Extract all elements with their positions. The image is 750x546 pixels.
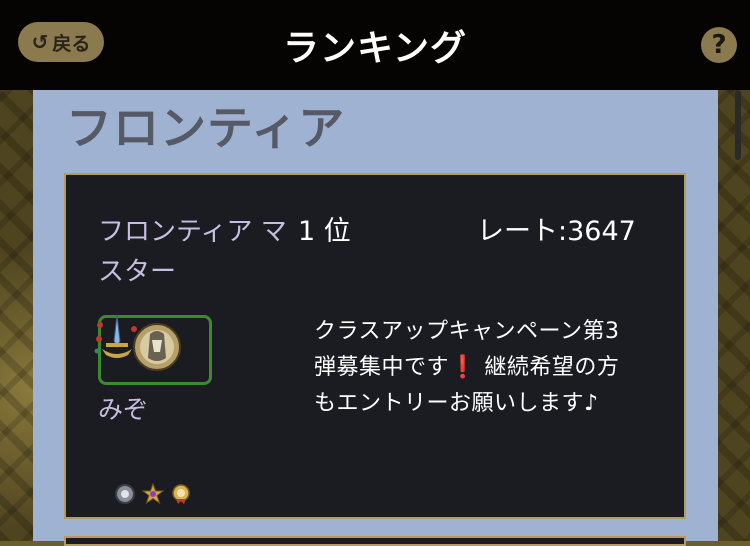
top-bar: ↺ 戻る ランキング ? <box>0 0 750 90</box>
league-name: フロンティア マスター <box>98 217 287 287</box>
gold-medal-badge-icon <box>172 484 190 504</box>
question-circle-icon[interactable]: ? <box>701 27 737 63</box>
rate-value: レート:3647 <box>477 216 636 247</box>
section-title: フロンティア <box>66 101 346 155</box>
back-button-label: 戻る <box>52 32 91 55</box>
badge-list <box>114 483 192 505</box>
undo-arrow-icon: ↺ <box>31 30 49 54</box>
player-name: みぞ <box>98 395 149 424</box>
ranking-card-next[interactable] <box>64 536 686 546</box>
silver-orb-badge-icon <box>115 484 135 504</box>
medal-emblem-icon <box>133 323 181 371</box>
gold-star-badge-icon <box>142 483 164 505</box>
rank-value: 1 位 <box>298 216 351 247</box>
player-comment: クラスアップキャンペーン第3弾募集中です❗ 継続希望の方もエントリーお願いします… <box>314 319 620 416</box>
page-title: ランキング <box>283 28 467 69</box>
back-button[interactable]: ↺ 戻る <box>18 22 104 62</box>
scrollbar[interactable] <box>735 90 741 160</box>
